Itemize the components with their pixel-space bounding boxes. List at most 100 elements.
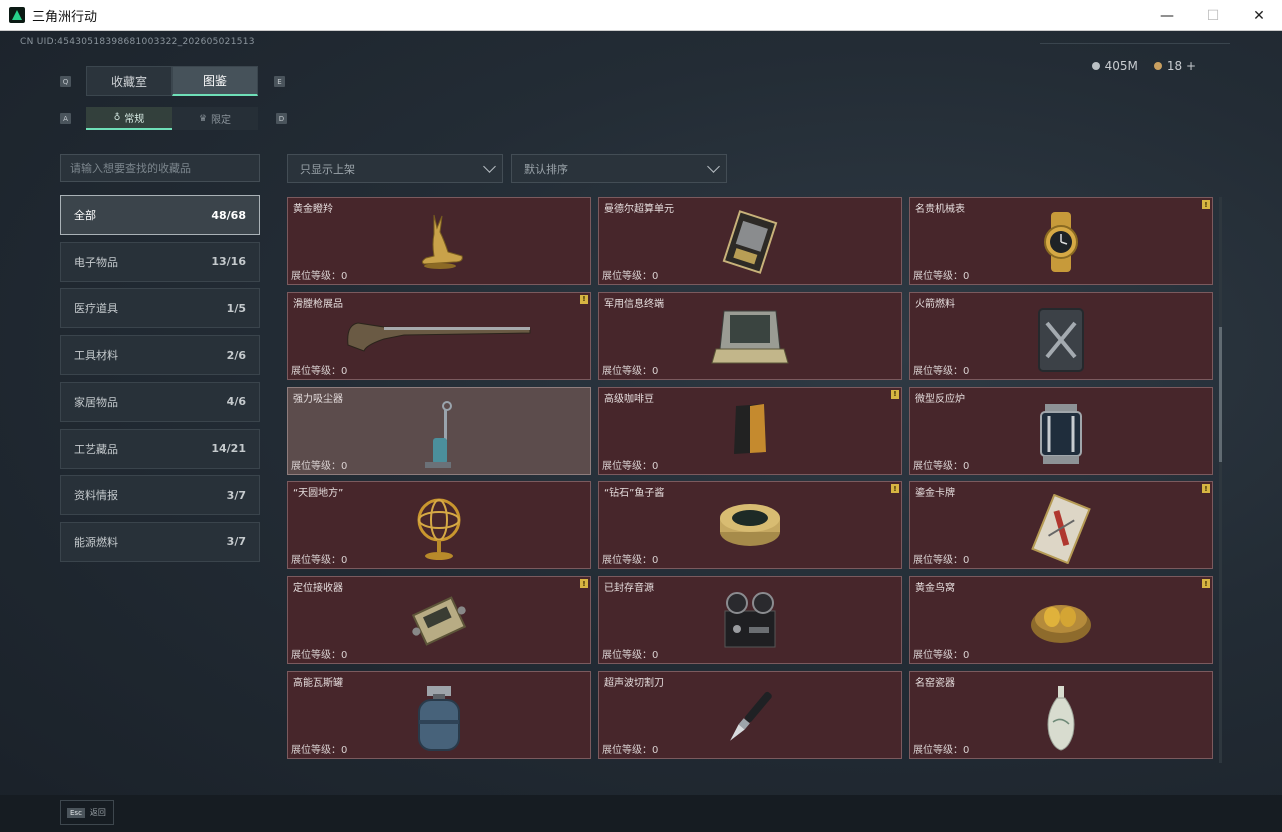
coffee-bag-icon bbox=[730, 400, 770, 460]
collection-item-card[interactable]: 军用信息终端 展位等级：0 bbox=[598, 291, 902, 380]
vacuum-icon bbox=[419, 400, 459, 474]
item-name: 黄金鸟窝 bbox=[915, 583, 955, 595]
card-icon bbox=[1028, 494, 1094, 568]
collection-item-card[interactable]: 定位接收器 展位等级：0! bbox=[287, 576, 591, 665]
key-hint-q: Q bbox=[60, 76, 71, 87]
window-titlebar: 三角洲行动 — ☐ ✕ bbox=[0, 0, 1282, 31]
category-label: 电子物品 bbox=[74, 255, 118, 269]
collection-item-card[interactable]: 滑膛枪展品 展位等级：0! bbox=[287, 291, 591, 380]
category-item[interactable]: 医疗道具 1/5 bbox=[60, 288, 260, 329]
item-name: 名贵机械表 bbox=[915, 204, 965, 215]
collection-item-card[interactable]: 已封存音源 展位等级：0 bbox=[598, 576, 902, 665]
close-button[interactable]: ✕ bbox=[1236, 0, 1282, 31]
uid-label: CN UID:45430518398681003322_202605021513 bbox=[20, 37, 255, 47]
category-label: 家居物品 bbox=[74, 395, 118, 409]
coin-icon bbox=[1091, 62, 1100, 70]
item-name: 高能瓦斯罐 bbox=[293, 678, 343, 689]
category-count: 2/6 bbox=[226, 348, 246, 362]
category-item[interactable]: 电子物品 13/16 bbox=[60, 241, 260, 282]
key-hint-e: E bbox=[274, 76, 285, 87]
collection-item-card[interactable]: 名贵机械表 展位等级：0! bbox=[909, 197, 1213, 285]
fuel-can-icon bbox=[1033, 305, 1089, 377]
vase-icon bbox=[1041, 684, 1081, 758]
item-name: 超声波切割刀 bbox=[604, 678, 664, 689]
category-count: 13/16 bbox=[211, 255, 246, 269]
tab-collection-room[interactable]: 收藏室 bbox=[86, 66, 172, 96]
item-name: 定位接收器 bbox=[293, 583, 343, 595]
collection-item-card[interactable]: 强力吸尘器展位等级：0 bbox=[287, 386, 591, 475]
category-item[interactable]: 能源燃料 3/7 bbox=[60, 521, 260, 562]
tape-recorder-icon bbox=[717, 589, 783, 657]
receiver-icon bbox=[406, 589, 472, 657]
item-name: “钻石”鱼子酱 bbox=[604, 488, 665, 500]
item-level: 展位等级：0 bbox=[291, 460, 348, 472]
category-label: 工艺藏品 bbox=[74, 442, 118, 456]
category-item[interactable]: 工具材料 2/6 bbox=[60, 335, 260, 376]
sort-dropdown[interactable]: 默认排序 bbox=[511, 154, 727, 183]
collection-item-card[interactable]: 黄金瞪羚展位等级：0 bbox=[287, 197, 591, 285]
item-level: 展位等级：0 bbox=[913, 745, 970, 756]
supercomputer-icon bbox=[715, 210, 785, 278]
premium-coin-icon bbox=[1153, 62, 1162, 70]
collection-item-card[interactable]: 微型反应炉 展位等级：0 bbox=[909, 386, 1213, 475]
alert-badge-icon: ! bbox=[891, 484, 899, 494]
key-hint-d: D bbox=[276, 113, 287, 124]
item-level: 展位等级：0 bbox=[291, 271, 348, 282]
collection-item-card[interactable]: 曼德尔超算单元 展位等级：0 bbox=[598, 197, 902, 285]
search-input[interactable] bbox=[60, 154, 260, 182]
back-button[interactable]: Esc 返回 bbox=[60, 800, 114, 825]
grid-scrollbar[interactable] bbox=[1219, 197, 1222, 763]
currency-coins: 405M bbox=[1091, 59, 1138, 73]
shelf-filter-dropdown[interactable]: 只显示上架 bbox=[287, 154, 503, 183]
category-count: 3/7 bbox=[226, 488, 246, 502]
item-level: 展位等级：0 bbox=[602, 555, 659, 567]
item-name: 黄金瞪羚 bbox=[293, 204, 333, 215]
subtab-regular[interactable]: ♁ 常规 bbox=[86, 107, 172, 130]
alert-badge-icon: ! bbox=[1202, 579, 1210, 589]
collection-item-card[interactable]: 名窑瓷器 展位等级：0 bbox=[909, 671, 1213, 759]
alert-badge-icon: ! bbox=[1202, 484, 1210, 494]
category-label: 医疗道具 bbox=[74, 302, 118, 316]
item-name: 已封存音源 bbox=[604, 583, 654, 595]
minimize-button[interactable]: — bbox=[1144, 0, 1190, 31]
alert-badge-icon: ! bbox=[1202, 200, 1210, 209]
category-item[interactable]: 资料情报 3/7 bbox=[60, 475, 260, 516]
item-name: 微型反应炉 bbox=[915, 393, 965, 405]
item-level: 展位等级：0 bbox=[602, 365, 659, 377]
collection-item-card[interactable]: 火箭燃料 展位等级：0 bbox=[909, 291, 1213, 380]
item-level: 展位等级：0 bbox=[602, 271, 659, 282]
key-hint-a: A bbox=[60, 113, 71, 124]
reactor-icon bbox=[1035, 400, 1087, 472]
item-name: 曼德尔超算单元 bbox=[604, 204, 674, 215]
subtab-limited[interactable]: ♛ 限定 bbox=[172, 107, 258, 130]
limited-icon: ♛ bbox=[198, 113, 208, 124]
maximize-button[interactable]: ☐ bbox=[1190, 0, 1236, 31]
category-item[interactable]: 全部 48/68 bbox=[60, 195, 260, 235]
esc-key-icon: Esc bbox=[67, 807, 85, 818]
category-label: 工具材料 bbox=[74, 349, 118, 363]
scrollbar-thumb[interactable] bbox=[1219, 327, 1222, 462]
item-level: 展位等级：0 bbox=[913, 365, 970, 377]
terminal-icon bbox=[710, 305, 790, 373]
musket-icon bbox=[344, 305, 534, 359]
item-level: 展位等级：0 bbox=[602, 460, 659, 472]
chevron-down-icon bbox=[707, 160, 720, 173]
category-label: 能源燃料 bbox=[74, 535, 118, 549]
category-item[interactable]: 家居物品 4/6 bbox=[60, 381, 260, 422]
category-item[interactable]: 工艺藏品 14/21 bbox=[60, 428, 260, 469]
currency-premium[interactable]: 18 + bbox=[1153, 59, 1196, 73]
tab-codex[interactable]: 图鉴 bbox=[172, 66, 258, 96]
item-name: 强力吸尘器 bbox=[293, 393, 343, 405]
collection-item-card[interactable]: 高能瓦斯罐 展位等级：0 bbox=[287, 671, 591, 759]
gas-tank-icon bbox=[413, 684, 465, 758]
collection-item-card[interactable]: 高级咖啡豆 展位等级：0! bbox=[598, 386, 902, 475]
alert-badge-icon: ! bbox=[891, 389, 899, 399]
collection-item-card[interactable]: “天圆地方” 展位等级：0 bbox=[287, 481, 591, 570]
category-label: 全部 bbox=[74, 209, 96, 222]
item-name: 滑膛枪展品 bbox=[293, 298, 343, 310]
collection-item-card[interactable]: 黄金鸟窝 展位等级：0! bbox=[909, 576, 1213, 665]
collection-item-card[interactable]: 超声波切割刀 展位等级：0 bbox=[598, 671, 902, 759]
collection-item-card[interactable]: “钻石”鱼子酱 展位等级：0! bbox=[598, 481, 902, 570]
alert-badge-icon: ! bbox=[580, 579, 588, 589]
collection-item-card[interactable]: 鎏金卡牌 展位等级：0! bbox=[909, 481, 1213, 570]
